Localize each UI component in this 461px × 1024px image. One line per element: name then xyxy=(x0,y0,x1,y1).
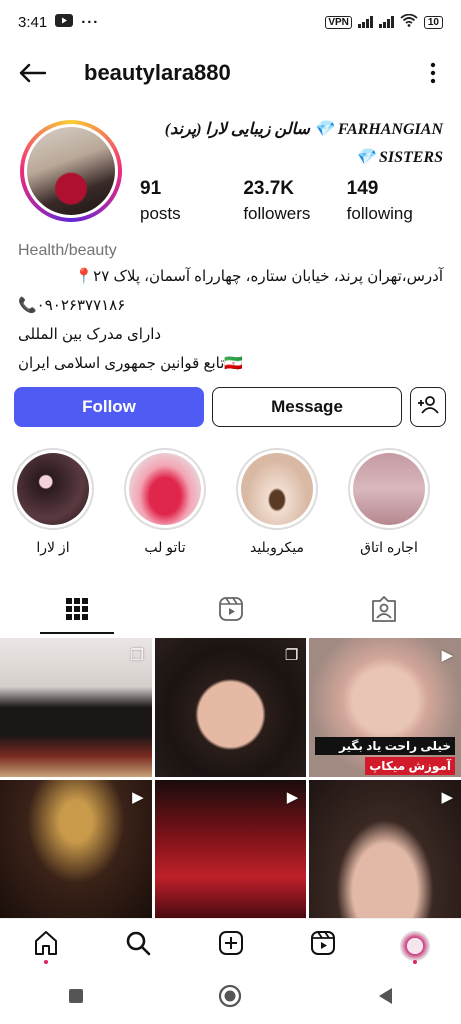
nav-profile[interactable] xyxy=(369,919,461,972)
reel-icon: ▶ xyxy=(132,788,144,806)
reel-icon: ▶ xyxy=(441,788,453,806)
avatar-image xyxy=(27,127,115,215)
post-tile[interactable]: ▶ xyxy=(154,779,307,918)
highlight-label: اجاره اتاق xyxy=(360,539,418,555)
profile-actions: Follow Message xyxy=(14,387,448,427)
posts-count: 91 xyxy=(140,178,162,199)
bio-law: تابع قوانین جمهوری اسلامی ایران🇮🇷 xyxy=(18,355,244,372)
profile-bio: آدرس،تهران پرند، خیابان ستاره، چهارراه آ… xyxy=(18,262,443,378)
clock: 3:41 xyxy=(18,13,48,31)
system-navigation xyxy=(0,972,461,1024)
posts-label: posts xyxy=(140,204,181,223)
recents-icon[interactable] xyxy=(67,987,85,1010)
signal-icon-2 xyxy=(378,16,394,28)
notification-dot xyxy=(44,960,49,964)
carousel-icon: ❐ xyxy=(284,647,299,664)
create-post-icon xyxy=(218,930,244,961)
profile-stats: 91 posts 23.7K followers 149 following xyxy=(140,178,450,224)
carousel-icon: ❐ xyxy=(130,647,144,664)
stat-following[interactable]: 149 following xyxy=(347,178,450,224)
profile-avatar[interactable] xyxy=(20,120,122,222)
home-button-icon[interactable] xyxy=(218,984,242,1013)
home-icon xyxy=(33,930,59,961)
tab-reels[interactable] xyxy=(154,588,308,634)
reel-icon: ▶ xyxy=(286,788,299,806)
tagged-icon xyxy=(371,595,397,627)
highlight-image xyxy=(241,453,313,525)
post-tile[interactable]: ▶ xyxy=(0,779,152,918)
highlight-label: میکروبلید xyxy=(249,539,305,555)
highlight-item[interactable]: تاتو لب xyxy=(124,448,206,556)
post-tile[interactable]: ❐ xyxy=(0,638,152,777)
signal-icon xyxy=(357,16,373,28)
reels-nav-icon xyxy=(310,930,336,961)
profile-category: Health/beauty xyxy=(18,242,117,259)
bio-address: آدرس،تهران پرند، خیابان ستاره، چهارراه آ… xyxy=(74,268,443,285)
status-bar: 3:41 ··· VPN 10 xyxy=(0,0,461,44)
stat-followers[interactable]: 23.7K followers xyxy=(243,178,346,224)
bio-phone[interactable]: 📞۰۹۰۲۶۳۷۷۱۸۶ xyxy=(18,291,443,320)
battery-icon: 10 xyxy=(423,15,443,29)
notification-dot xyxy=(412,960,417,964)
vpn-badge: VPN xyxy=(325,15,352,29)
post-tile[interactable]: ▶ xyxy=(309,779,461,918)
post-tile[interactable]: ❐ xyxy=(154,638,307,777)
profile-avatar-icon xyxy=(399,930,430,961)
tab-posts-grid[interactable] xyxy=(0,588,154,634)
story-highlights: از لارا تاتو لب میکروبلید اجاره اتاق xyxy=(12,448,461,556)
nav-home[interactable] xyxy=(0,919,92,972)
reels-icon xyxy=(218,596,244,627)
stat-posts[interactable]: 91 posts xyxy=(140,178,243,224)
highlight-item[interactable]: اجاره اتاق xyxy=(348,448,430,556)
search-icon xyxy=(125,930,151,961)
top-bar: beautylara880 xyxy=(0,50,461,96)
bio-certificate: دارای مدرک بین المللی xyxy=(18,326,162,343)
bottom-navigation xyxy=(0,918,461,972)
more-notifications-icon: ··· xyxy=(81,13,100,31)
highlight-item[interactable]: از لارا xyxy=(12,448,94,556)
highlight-image xyxy=(353,453,425,525)
nav-reels[interactable] xyxy=(277,919,369,972)
suggest-people-button[interactable] xyxy=(410,387,446,427)
posts-grid: ❐ ❐ ▶ خیلی راحت یاد بگیر آموزش میکاپ ▶ ▶… xyxy=(0,638,461,918)
following-label: following xyxy=(346,204,413,223)
highlight-image xyxy=(17,453,89,525)
highlight-label: از لارا xyxy=(36,539,70,555)
highlight-image xyxy=(129,453,201,525)
fullname-line-2: 💎 SISTERS xyxy=(355,149,443,166)
message-button[interactable]: Message xyxy=(212,387,402,427)
following-count: 149 xyxy=(346,178,379,199)
follow-button[interactable]: Follow xyxy=(14,387,204,427)
profile-username: beautylara880 xyxy=(84,60,231,85)
followers-count: 23.7K xyxy=(243,178,295,199)
tab-tagged[interactable] xyxy=(307,588,461,634)
reel-icon: ▶ xyxy=(441,647,453,664)
post-tile[interactable]: ▶ خیلی راحت یاد بگیر آموزش میکاپ xyxy=(309,638,461,777)
highlight-item[interactable]: میکروبلید xyxy=(236,448,318,556)
nav-search[interactable] xyxy=(92,919,184,972)
profile-tabs xyxy=(0,588,461,634)
youtube-icon xyxy=(55,13,74,31)
back-arrow-icon[interactable] xyxy=(18,58,48,88)
followers-label: followers xyxy=(243,204,311,223)
nav-create[interactable] xyxy=(184,919,276,972)
profile-fullname: سالن زیبایی لارا (پرند) 💎 FARHANGIAN 💎 S… xyxy=(143,116,443,172)
wifi-icon xyxy=(400,13,418,30)
post-caption-2: آموزش میکاپ xyxy=(365,756,455,775)
add-person-icon xyxy=(417,395,439,419)
back-button-icon[interactable] xyxy=(376,986,394,1011)
grid-icon xyxy=(65,597,89,626)
highlight-label: تاتو لب xyxy=(144,539,186,555)
fullname-line-1: سالن زیبایی لارا (پرند) 💎 FARHANGIAN xyxy=(164,121,443,138)
post-caption-1: خیلی راحت یاد بگیر xyxy=(315,736,455,755)
more-options-icon[interactable] xyxy=(423,62,443,84)
